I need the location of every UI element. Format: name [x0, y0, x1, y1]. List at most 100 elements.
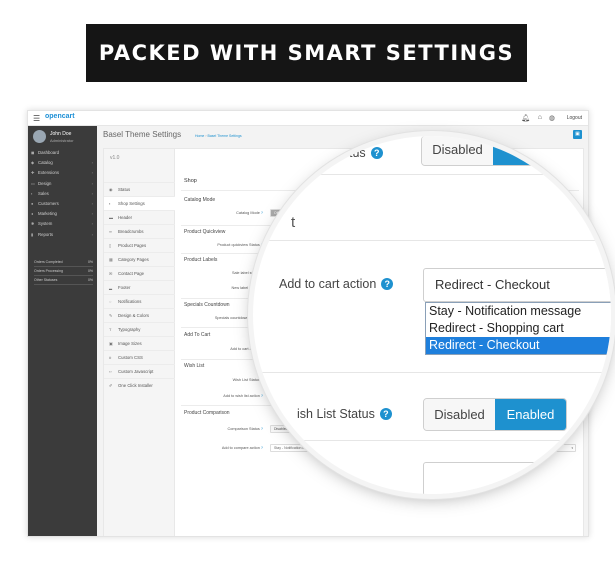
sidebar-item-sales[interactable]: ▪ Sales › — [28, 189, 97, 199]
bell-icon[interactable]: 🔔︎ — [521, 114, 530, 122]
sidebar-item-customers[interactable]: ● Customers › — [28, 199, 97, 209]
sidebar-item-label: Sales — [38, 190, 49, 196]
tab-product-pages[interactable]: ▯ Product Pages — [104, 238, 175, 252]
tab-one-click-installer[interactable]: ✐ One Click Installer — [104, 378, 175, 392]
page-title: Basel Theme Settings — [103, 130, 182, 139]
dropdown-option-stay[interactable]: Stay - Notification message — [426, 303, 611, 320]
sidebar-item-catalog[interactable]: ◆ Catalog › — [28, 158, 97, 168]
chevron-right-icon: › — [91, 200, 93, 206]
tab-label: Header — [118, 215, 133, 220]
section-specials-countdown: Specials Countdown — [184, 302, 230, 308]
chevron-right-icon: › — [91, 221, 93, 227]
stat-percent: 0% — [87, 268, 93, 273]
monitor-icon: ▭ — [31, 180, 35, 186]
toggle-disabled[interactable]: Disabled — [424, 399, 495, 430]
user-profile[interactable]: John Doe Administrator — [28, 126, 97, 148]
sidebar-item-design[interactable]: ▭ Design › — [28, 179, 97, 189]
help-icon[interactable]: ◍ — [549, 114, 555, 122]
screenshot-root: PACKED WITH SMART SETTINGS ☰ opencart 🔔︎… — [0, 0, 615, 564]
lens-wishlist-toggle[interactable]: Disabled Enabled — [423, 398, 567, 431]
user-name: John Doe — [50, 131, 72, 137]
quickview-label: Product quickview Status ? — [217, 243, 263, 247]
sidebar-item-reports[interactable]: ▮ Reports › — [28, 230, 97, 240]
stat-other-statuses: Other Statuses 0% — [34, 278, 93, 285]
lens-partial-text: t — [291, 214, 296, 231]
tab-breadcrumbs[interactable]: ∞ Breadcrumbs — [104, 224, 175, 238]
lens-top-toggle[interactable]: Disabled — [421, 136, 534, 166]
stat-percent: 0% — [87, 259, 93, 264]
opencart-logo[interactable]: opencart — [45, 113, 75, 120]
toggle-enabled[interactable]: Enabled — [495, 399, 566, 430]
tab-label: Category Pages — [118, 257, 149, 262]
toggle-off[interactable]: Off — [271, 210, 282, 216]
tab-contact-page[interactable]: ✉ Contact Page — [104, 266, 175, 280]
toggle-enabled-partial[interactable] — [493, 136, 533, 165]
stat-label: Other Statuses — [34, 277, 58, 282]
stat-orders-completed: Orders Completed 0% — [34, 260, 93, 267]
menu-icon[interactable]: ☰ — [33, 114, 40, 123]
sidebar-item-label: System — [38, 221, 53, 227]
cart-icon: ▪ — [31, 190, 33, 196]
wishlist-status-label: Wish List Status ? — [232, 378, 263, 382]
dropdown-option-shopping-cart[interactable]: Redirect - Shopping cart — [426, 320, 611, 337]
tab-label: Custom CSS — [118, 355, 143, 360]
chevron-right-icon: › — [91, 231, 93, 237]
compare-status-label: Comparison Status ? — [227, 427, 263, 431]
section-product-quickview: Product Quickview — [184, 229, 226, 235]
sidebar-item-dashboard[interactable]: ◼ Dashboard — [28, 148, 97, 158]
section-add-to-cart: Add To Cart — [184, 332, 211, 338]
save-button[interactable]: ▣ — [573, 130, 582, 139]
section-product-labels: Product Labels — [184, 257, 218, 263]
tab-category-pages[interactable]: ▦ Category Pages — [104, 252, 175, 266]
sidebar-item-label: Dashboard — [38, 150, 60, 155]
tab-footer[interactable]: ▂ Footer — [104, 280, 175, 294]
sidebar: John Doe Administrator ◼ Dashboard ◆ Catal… — [28, 126, 97, 536]
avatar — [33, 130, 46, 143]
tab-shop-settings[interactable]: ▪ Shop Settings — [104, 196, 175, 210]
sidebar-item-system[interactable]: ✱ System › — [28, 219, 97, 229]
brush-icon: ✎ — [109, 313, 113, 318]
compare-action-label: Add to compare action ? — [221, 446, 263, 450]
tab-design-colors[interactable]: ✎ Design & Colors — [104, 308, 175, 322]
tab-custom-css[interactable]: # Custom CSS — [104, 350, 175, 364]
section-product-comparison: Product Comparison — [184, 410, 230, 416]
chevron-down-icon: ▾ — [571, 446, 573, 450]
sidebar-item-label: Design — [38, 180, 52, 186]
tab-label: Status — [118, 187, 131, 192]
dropdown-option-checkout[interactable]: Redirect - Checkout — [426, 337, 611, 354]
toggle-disabled[interactable]: Disabled — [271, 426, 291, 432]
sidebar-item-label: Catalog — [38, 160, 53, 166]
lens-add-to-cart-select[interactable]: Redirect - Checkout — [423, 268, 611, 302]
share-icon: ◂ — [31, 211, 34, 217]
tab-label: Contact Page — [118, 271, 145, 276]
user-icon: ● — [31, 200, 34, 206]
breadcrumb-home[interactable]: Home — [195, 134, 204, 138]
sidebar-item-extensions[interactable]: ✚ Extensions › — [28, 168, 97, 178]
tab-custom-javascript[interactable]: ‹› Custom Javascript — [104, 364, 175, 378]
bar-chart-icon: ▮ — [31, 231, 34, 237]
home-icon[interactable]: ⌂ — [538, 114, 542, 121]
logout-link[interactable]: Logout — [567, 115, 582, 121]
lens-bottom-select[interactable] — [423, 462, 611, 494]
tab-label: Notifications — [118, 299, 142, 304]
tab-typography[interactable]: T Typography — [104, 322, 175, 336]
css-icon: # — [109, 355, 112, 360]
tab-notifications[interactable]: ◌ Notifications — [104, 294, 175, 308]
settings-tabs: v1.0 ◉ Status ▪ Shop Settings ▬ Header ∞ Bre… — [104, 149, 175, 536]
dashboard-icon: ◼ — [31, 150, 35, 155]
toggle-disabled[interactable]: Disabled — [422, 136, 493, 165]
grid-icon: ▦ — [109, 257, 113, 262]
tab-header[interactable]: ▬ Header — [104, 210, 175, 224]
chevron-right-icon: › — [91, 190, 93, 196]
comment-icon: ◌ — [109, 299, 112, 304]
tab-image-sizes[interactable]: ▣ Image Sizes — [104, 336, 175, 350]
save-icon: ▣ — [575, 131, 580, 137]
tab-status[interactable]: ◉ Status — [104, 182, 175, 196]
breadcrumb-current[interactable]: Basel Theme Settings — [207, 134, 241, 138]
chevron-right-icon: › — [91, 180, 93, 186]
sidebar-item-label: Customers — [38, 200, 59, 206]
add-to-cart-label: Add to cart action ? — [230, 347, 263, 351]
stat-percent: 0% — [87, 277, 93, 282]
version-label: v1.0 — [110, 155, 120, 161]
sidebar-item-marketing[interactable]: ◂ Marketing › — [28, 209, 97, 219]
